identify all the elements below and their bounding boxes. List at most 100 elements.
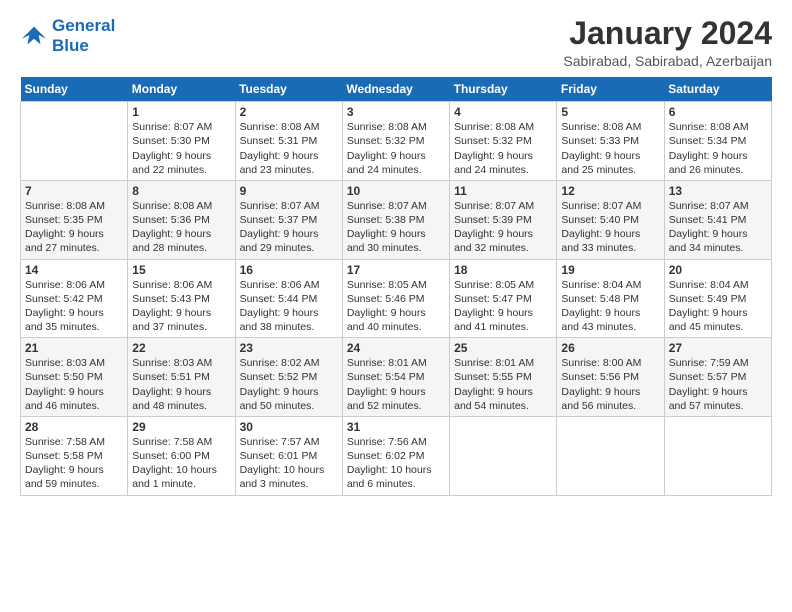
day-number: 7 [25,184,123,198]
day-number: 4 [454,105,552,119]
sunset-text: Sunset: 5:38 PM [347,214,425,226]
day-number: 8 [132,184,230,198]
week-row-4: 21 Sunrise: 8:03 AM Sunset: 5:50 PM Dayl… [21,338,772,417]
sunrise-text: Sunrise: 8:07 AM [561,200,641,212]
day-number: 5 [561,105,659,119]
header-row: SundayMondayTuesdayWednesdayThursdayFrid… [21,77,772,102]
day-number: 6 [669,105,767,119]
sunset-text: Sunset: 5:37 PM [240,214,318,226]
day-info: Sunrise: 7:56 AM Sunset: 6:02 PM Dayligh… [347,435,445,492]
sunrise-text: Sunrise: 8:08 AM [669,121,749,133]
day-number: 17 [347,263,445,277]
day-number: 28 [25,420,123,434]
week-row-2: 7 Sunrise: 8:08 AM Sunset: 5:35 PM Dayli… [21,180,772,259]
sunset-text: Sunset: 5:50 PM [25,371,103,383]
sunrise-text: Sunrise: 7:58 AM [132,436,212,448]
day-number: 27 [669,341,767,355]
day-info: Sunrise: 8:07 AM Sunset: 5:38 PM Dayligh… [347,199,445,256]
logo-line1: General [52,16,115,36]
day-info: Sunrise: 8:01 AM Sunset: 5:54 PM Dayligh… [347,356,445,413]
day-cell: 18 Sunrise: 8:05 AM Sunset: 5:47 PM Dayl… [450,259,557,338]
header-cell-sunday: Sunday [21,77,128,102]
daylight-text: Daylight: 9 hours and 45 minutes. [669,307,748,333]
day-info: Sunrise: 8:00 AM Sunset: 5:56 PM Dayligh… [561,356,659,413]
day-number: 9 [240,184,338,198]
day-info: Sunrise: 8:07 AM Sunset: 5:40 PM Dayligh… [561,199,659,256]
sunrise-text: Sunrise: 8:07 AM [240,200,320,212]
day-cell: 5 Sunrise: 8:08 AM Sunset: 5:33 PM Dayli… [557,102,664,181]
day-info: Sunrise: 8:08 AM Sunset: 5:34 PM Dayligh… [669,120,767,177]
daylight-text: Daylight: 9 hours and 30 minutes. [347,228,426,254]
sunrise-text: Sunrise: 8:06 AM [240,279,320,291]
sunset-text: Sunset: 5:44 PM [240,293,318,305]
sunset-text: Sunset: 6:01 PM [240,450,318,462]
day-info: Sunrise: 8:02 AM Sunset: 5:52 PM Dayligh… [240,356,338,413]
daylight-text: Daylight: 10 hours and 1 minute. [132,464,217,490]
sunset-text: Sunset: 5:46 PM [347,293,425,305]
sunset-text: Sunset: 5:36 PM [132,214,210,226]
day-info: Sunrise: 8:07 AM Sunset: 5:39 PM Dayligh… [454,199,552,256]
day-info: Sunrise: 8:07 AM Sunset: 5:37 PM Dayligh… [240,199,338,256]
daylight-text: Daylight: 9 hours and 46 minutes. [25,386,104,412]
day-number: 10 [347,184,445,198]
header-cell-tuesday: Tuesday [235,77,342,102]
sunrise-text: Sunrise: 8:05 AM [347,279,427,291]
sunset-text: Sunset: 5:43 PM [132,293,210,305]
day-cell: 7 Sunrise: 8:08 AM Sunset: 5:35 PM Dayli… [21,180,128,259]
daylight-text: Daylight: 9 hours and 25 minutes. [561,150,640,176]
sunset-text: Sunset: 5:39 PM [454,214,532,226]
sunrise-text: Sunrise: 7:56 AM [347,436,427,448]
day-info: Sunrise: 8:06 AM Sunset: 5:44 PM Dayligh… [240,278,338,335]
sunrise-text: Sunrise: 8:08 AM [132,200,212,212]
header-cell-saturday: Saturday [664,77,771,102]
header-cell-thursday: Thursday [450,77,557,102]
week-row-1: 1 Sunrise: 8:07 AM Sunset: 5:30 PM Dayli… [21,102,772,181]
daylight-text: Daylight: 9 hours and 41 minutes. [454,307,533,333]
sunset-text: Sunset: 5:56 PM [561,371,639,383]
day-cell: 23 Sunrise: 8:02 AM Sunset: 5:52 PM Dayl… [235,338,342,417]
day-number: 3 [347,105,445,119]
sunrise-text: Sunrise: 7:59 AM [669,357,749,369]
daylight-text: Daylight: 9 hours and 22 minutes. [132,150,211,176]
day-info: Sunrise: 8:01 AM Sunset: 5:55 PM Dayligh… [454,356,552,413]
sunset-text: Sunset: 6:00 PM [132,450,210,462]
day-cell: 16 Sunrise: 8:06 AM Sunset: 5:44 PM Dayl… [235,259,342,338]
sunrise-text: Sunrise: 8:04 AM [669,279,749,291]
daylight-text: Daylight: 9 hours and 35 minutes. [25,307,104,333]
daylight-text: Daylight: 9 hours and 24 minutes. [454,150,533,176]
day-info: Sunrise: 8:04 AM Sunset: 5:48 PM Dayligh… [561,278,659,335]
header: General Blue January 2024 Sabirabad, Sab… [20,16,772,69]
day-cell: 22 Sunrise: 8:03 AM Sunset: 5:51 PM Dayl… [128,338,235,417]
sunset-text: Sunset: 5:33 PM [561,135,639,147]
daylight-text: Daylight: 9 hours and 50 minutes. [240,386,319,412]
sunset-text: Sunset: 5:57 PM [669,371,747,383]
daylight-text: Daylight: 9 hours and 28 minutes. [132,228,211,254]
day-cell: 30 Sunrise: 7:57 AM Sunset: 6:01 PM Dayl… [235,416,342,495]
sunset-text: Sunset: 5:30 PM [132,135,210,147]
day-cell: 19 Sunrise: 8:04 AM Sunset: 5:48 PM Dayl… [557,259,664,338]
header-cell-friday: Friday [557,77,664,102]
day-number: 14 [25,263,123,277]
day-cell [557,416,664,495]
daylight-text: Daylight: 9 hours and 52 minutes. [347,386,426,412]
day-cell: 31 Sunrise: 7:56 AM Sunset: 6:02 PM Dayl… [342,416,449,495]
day-cell: 27 Sunrise: 7:59 AM Sunset: 5:57 PM Dayl… [664,338,771,417]
day-info: Sunrise: 8:08 AM Sunset: 5:32 PM Dayligh… [454,120,552,177]
sunrise-text: Sunrise: 8:05 AM [454,279,534,291]
daylight-text: Daylight: 9 hours and 40 minutes. [347,307,426,333]
sunrise-text: Sunrise: 8:06 AM [25,279,105,291]
day-cell: 1 Sunrise: 8:07 AM Sunset: 5:30 PM Dayli… [128,102,235,181]
sunset-text: Sunset: 5:55 PM [454,371,532,383]
day-cell: 25 Sunrise: 8:01 AM Sunset: 5:55 PM Dayl… [450,338,557,417]
sunrise-text: Sunrise: 8:03 AM [132,357,212,369]
day-cell: 6 Sunrise: 8:08 AM Sunset: 5:34 PM Dayli… [664,102,771,181]
sunrise-text: Sunrise: 8:08 AM [561,121,641,133]
daylight-text: Daylight: 9 hours and 57 minutes. [669,386,748,412]
logo-line2: Blue [52,36,115,56]
day-number: 23 [240,341,338,355]
day-number: 18 [454,263,552,277]
day-number: 30 [240,420,338,434]
sunset-text: Sunset: 5:42 PM [25,293,103,305]
day-info: Sunrise: 7:59 AM Sunset: 5:57 PM Dayligh… [669,356,767,413]
day-cell: 17 Sunrise: 8:05 AM Sunset: 5:46 PM Dayl… [342,259,449,338]
